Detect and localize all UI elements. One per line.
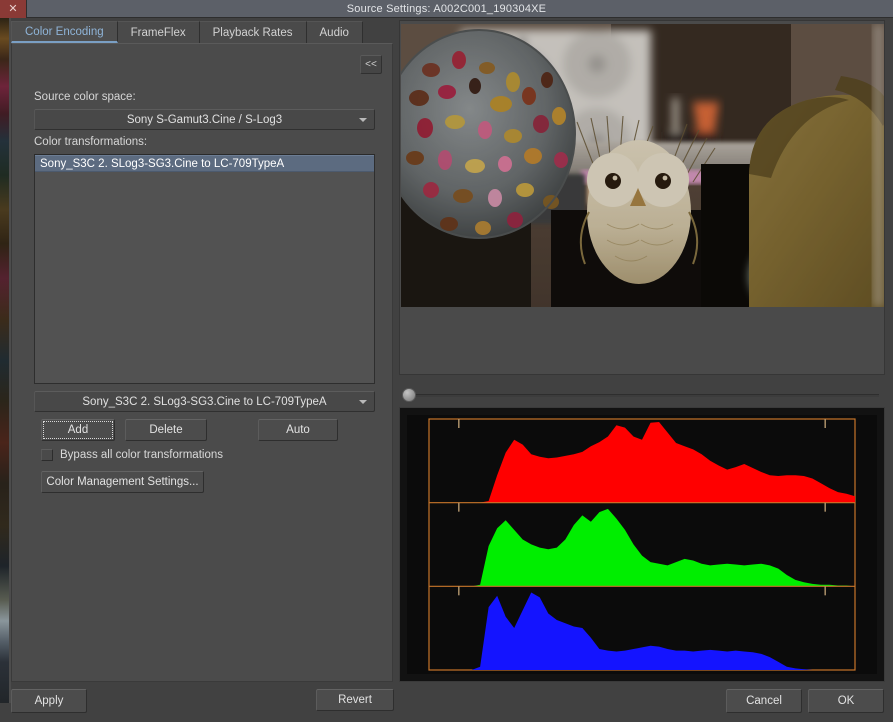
source-color-space-select[interactable]: Sony S-Gamut3.Cine / S-Log3 [34, 109, 375, 130]
tab-color-encoding[interactable]: Color Encoding [11, 21, 118, 43]
bypass-transformations-checkbox[interactable] [41, 449, 53, 461]
list-item[interactable]: Sony_S3C 2. SLog3-SG3.Cine to LC-709Type… [35, 155, 374, 172]
scope-plot-area [407, 415, 877, 674]
tab-playback-rates[interactable]: Playback Rates [199, 21, 307, 43]
preview-scrubber[interactable] [402, 388, 884, 402]
source-settings-dialog: ✕ Source Settings: A002C001_190304XE Col… [0, 0, 893, 722]
bypass-transformations-checkbox-row[interactable]: Bypass all color transformations [41, 449, 223, 461]
color-management-settings-button[interactable]: Color Management Settings... [41, 471, 204, 493]
ok-button[interactable]: OK [808, 689, 884, 713]
chevron-down-icon [359, 399, 367, 404]
source-color-space-value: Sony S-Gamut3.Cine / S-Log3 [126, 113, 283, 126]
background-filmstrip [0, 18, 9, 703]
auto-button[interactable]: Auto [258, 419, 338, 441]
color-encoding-panel: << Source color space: Sony S-Gamut3.Cin… [11, 43, 394, 711]
chevron-down-icon [359, 117, 367, 122]
tab-bar: Color Encoding FrameFlex Playback Rates … [11, 20, 393, 43]
bypass-transformations-label: Bypass all color transformations [60, 449, 223, 461]
revert-button[interactable]: Revert [316, 689, 394, 711]
scrubber-track[interactable] [409, 394, 879, 397]
collapse-panel-button[interactable]: << [360, 55, 382, 74]
preview-column [399, 20, 885, 682]
preview-pane [399, 20, 885, 402]
add-button[interactable]: Add [41, 419, 115, 441]
transform-select[interactable]: Sony_S3C 2. SLog3-SG3.Cine to LC-709Type… [34, 391, 375, 412]
rgb-parade-scope [399, 407, 885, 682]
video-preview-image[interactable] [401, 24, 884, 307]
tab-audio[interactable]: Audio [306, 21, 363, 43]
cancel-button[interactable]: Cancel [726, 689, 802, 713]
scrubber-handle[interactable] [402, 388, 416, 402]
window-title: Source Settings: A002C001_190304XE [346, 3, 547, 15]
preview-artwork [401, 24, 884, 307]
delete-button[interactable]: Delete [125, 419, 207, 441]
apply-button[interactable]: Apply [11, 689, 87, 713]
title-bar: ✕ Source Settings: A002C001_190304XE [0, 0, 893, 18]
source-color-space-label: Source color space: [34, 91, 136, 103]
tab-frameflex[interactable]: FrameFlex [117, 21, 200, 43]
transform-select-value: Sony_S3C 2. SLog3-SG3.Cine to LC-709Type… [82, 395, 327, 408]
color-transformations-list[interactable]: Sony_S3C 2. SLog3-SG3.Cine to LC-709Type… [34, 154, 375, 384]
color-transformations-label: Color transformations: [34, 136, 148, 148]
scope-chart [428, 418, 856, 671]
close-icon[interactable]: ✕ [0, 0, 27, 18]
